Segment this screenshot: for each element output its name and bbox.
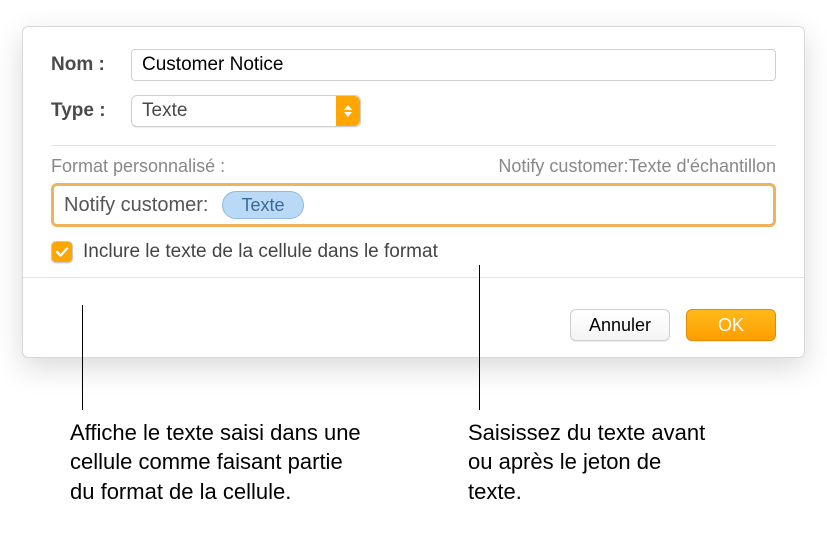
name-input[interactable] xyxy=(131,49,776,81)
callout-right: Saisissez du texte avant ou après le jet… xyxy=(468,418,708,506)
name-label: Nom : xyxy=(51,54,131,76)
text-token-chip[interactable]: Texte xyxy=(222,191,303,219)
top-section: Nom : Type : Texte xyxy=(23,27,804,145)
callout-line-left xyxy=(82,305,83,410)
include-text-row: Inclure le texte de la cellule dans le f… xyxy=(51,241,776,263)
callout-line-right xyxy=(479,265,480,410)
format-prefix-text: Notify customer: xyxy=(64,194,208,217)
chevron-up-icon xyxy=(344,105,352,110)
ok-button[interactable]: OK xyxy=(686,309,776,341)
type-select-wrap: Texte xyxy=(131,95,361,127)
type-row: Type : Texte xyxy=(51,95,776,127)
format-section-label: Format personnalisé : xyxy=(51,156,225,177)
format-section: Format personnalisé : Notify customer:Te… xyxy=(23,146,804,278)
cancel-button[interactable]: Annuler xyxy=(570,309,670,341)
name-row: Nom : xyxy=(51,49,776,81)
select-stepper-icon[interactable] xyxy=(336,96,360,126)
format-editor[interactable]: Notify customer: Texte xyxy=(51,183,776,227)
custom-format-dialog: Nom : Type : Texte Format personnalisé :… xyxy=(22,26,805,358)
callout-left: Affiche le texte saisi dans une cellule … xyxy=(70,418,370,506)
checkmark-icon xyxy=(54,244,70,260)
include-text-label: Inclure le texte de la cellule dans le f… xyxy=(83,241,438,263)
include-text-checkbox[interactable] xyxy=(51,241,73,263)
button-bar: Annuler OK xyxy=(570,309,776,341)
type-label: Type : xyxy=(51,100,131,122)
type-select[interactable]: Texte xyxy=(131,95,361,127)
format-header: Format personnalisé : Notify customer:Te… xyxy=(51,156,776,177)
chevron-down-icon xyxy=(344,112,352,117)
format-preview: Notify customer:Texte d'échantillon xyxy=(498,156,776,177)
